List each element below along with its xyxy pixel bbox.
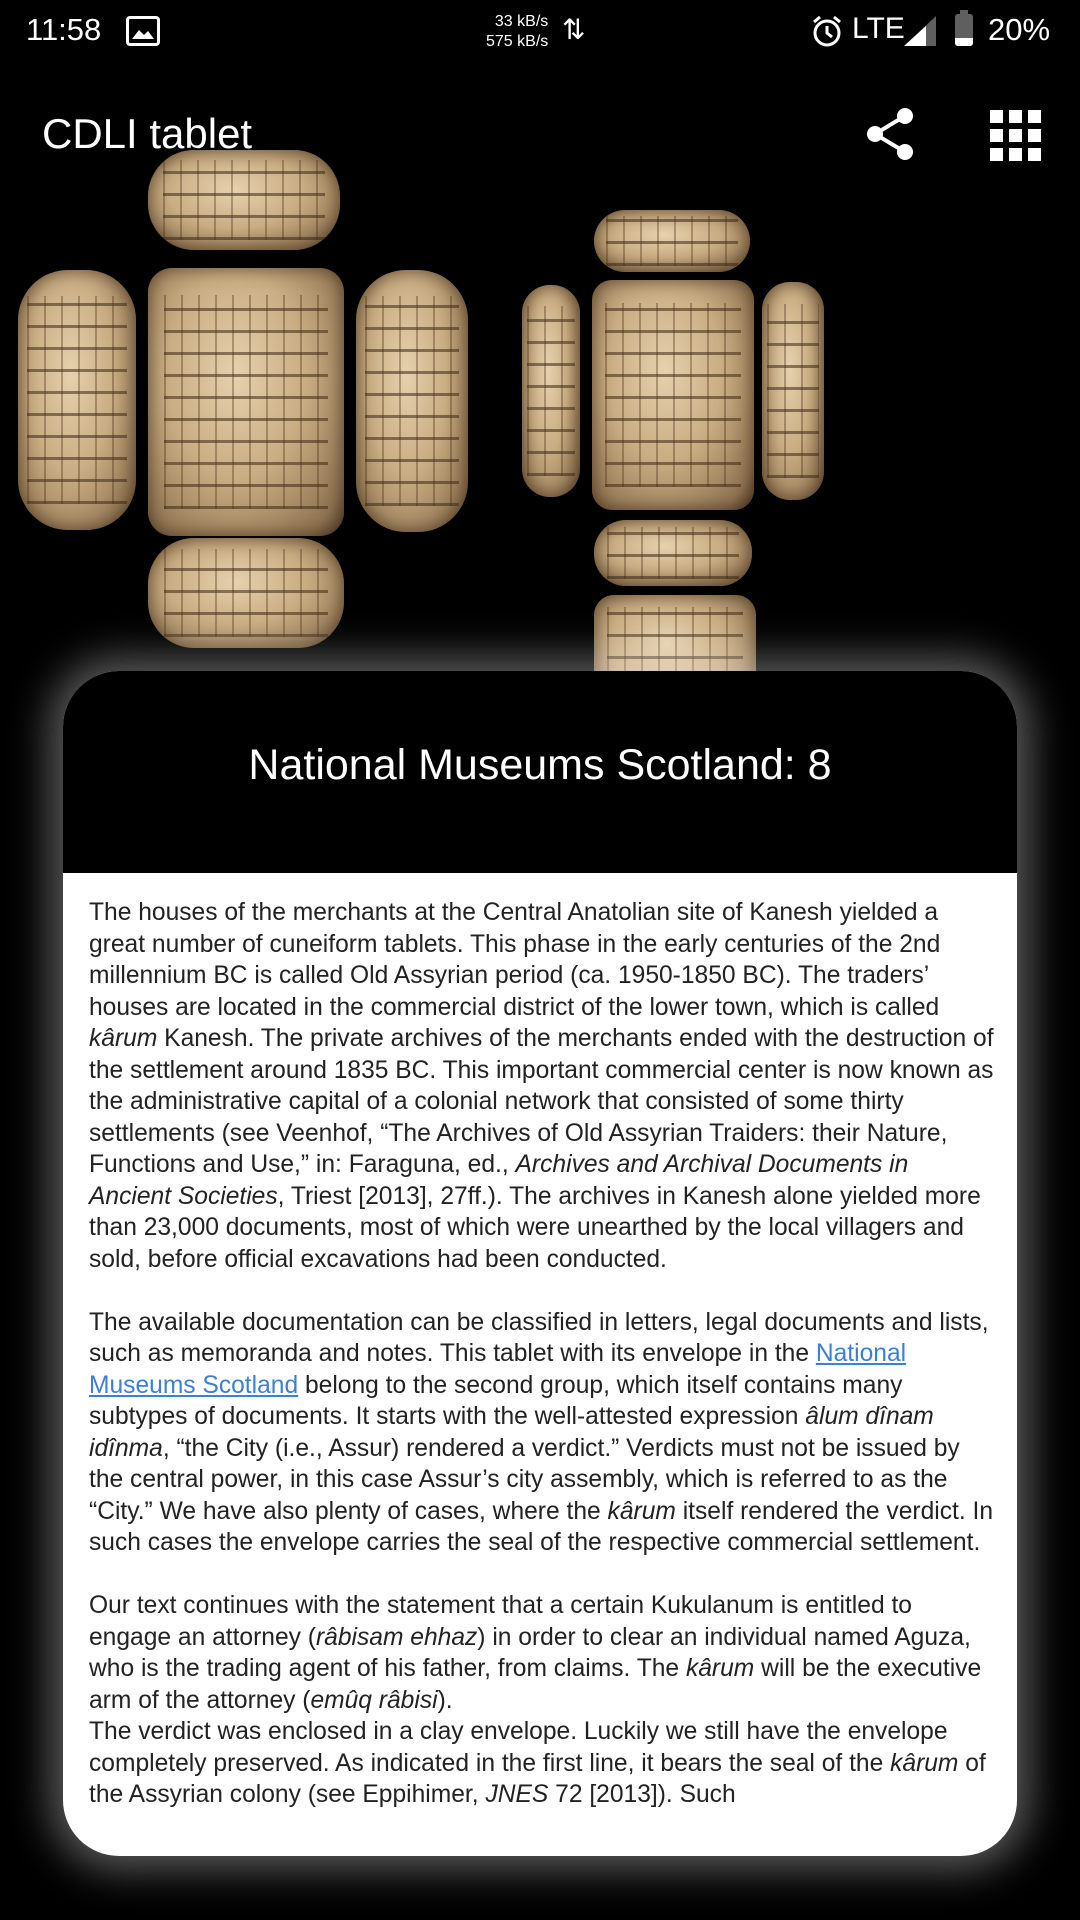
tablet-obverse [148, 268, 344, 536]
card-title: National Museums Scotland: 8 [248, 741, 832, 789]
tablet-bottom-edge-left [148, 538, 344, 648]
apps-grid-icon [990, 110, 1003, 123]
envelope-right-side [762, 282, 824, 500]
data-transfer-icon: ⇅ [562, 14, 586, 45]
network-type: LTE [852, 12, 905, 45]
envelope-left-side [522, 285, 580, 497]
network-speed: 33 kB/s 575 kB/s [486, 12, 548, 52]
signal-icon [904, 16, 936, 46]
apps-grid-button[interactable] [990, 110, 1042, 162]
tablet-right-side [356, 270, 468, 532]
status-bar: 11:58 33 kB/s 575 kB/s ⇅ LTE 20% [0, 0, 1080, 64]
term-karum: kârum [685, 1655, 755, 1682]
envelope-obverse [592, 280, 754, 510]
share-button[interactable] [858, 102, 922, 166]
term-emuq: emûq râbisi [310, 1686, 438, 1714]
battery-percent: 20% [988, 12, 1051, 47]
envelope-bottom-edge [594, 520, 752, 586]
app-screen: 11:58 33 kB/s 575 kB/s ⇅ LTE 20% CDLI ta… [0, 0, 1080, 1920]
app-title: CDLI tablet [42, 110, 253, 157]
paragraph-4: The verdict was enclosed in a clay envel… [89, 1718, 986, 1808]
status-time: 11:58 [26, 12, 102, 47]
share-icon [867, 108, 913, 160]
paragraph-3: Our text continues with the statement th… [89, 1592, 982, 1714]
alarm-icon [813, 15, 841, 47]
app-bar: CDLI tablet [0, 96, 1080, 176]
journal-ref: JNES [485, 1781, 549, 1808]
image-notification-icon [126, 16, 160, 46]
card-header: National Museums Scotland: 8 [63, 671, 1017, 873]
term-karum: kârum [89, 1025, 158, 1052]
term-karum: kârum [607, 1497, 676, 1525]
speed-down: 575 kB/s [486, 33, 549, 50]
paragraph-2: The available documentation can be class… [89, 1308, 994, 1557]
card-body[interactable]: The houses of the merchants at the Centr… [89, 897, 994, 1811]
battery-icon [955, 10, 973, 46]
speed-up: 33 kB/s [494, 13, 549, 30]
term-rabisam: râbisam ehhaz [315, 1623, 478, 1651]
paragraph-1: The houses of the merchants at the Centr… [89, 899, 994, 1273]
term-karum: kârum [890, 1749, 959, 1777]
envelope-top-edge [594, 210, 750, 272]
tablet-photo [0, 140, 1080, 715]
tablet-left-side [18, 270, 136, 530]
info-card: National Museums Scotland: 8 The houses … [63, 671, 1017, 1856]
